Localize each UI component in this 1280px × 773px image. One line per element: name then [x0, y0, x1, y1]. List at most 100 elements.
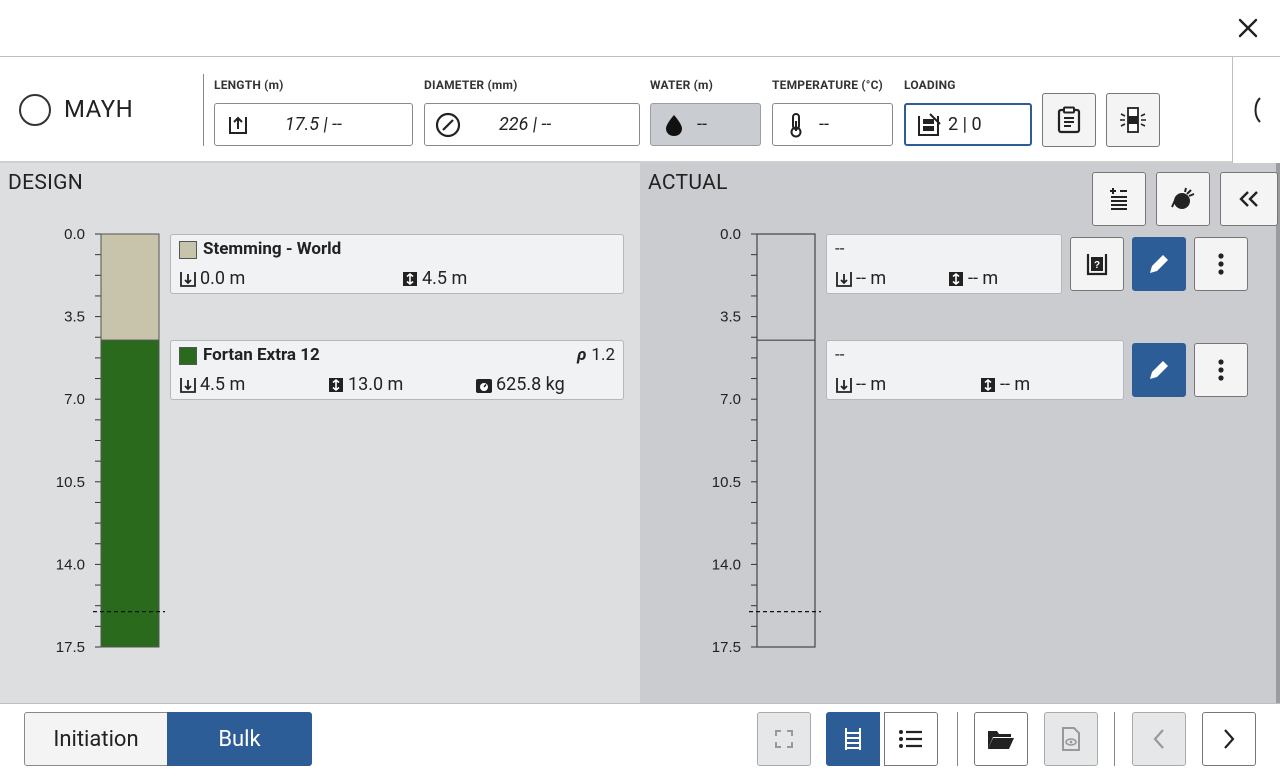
temperature-label: TEMPERATURE (°C)	[772, 78, 883, 92]
loading-value: 2 | 0	[948, 114, 982, 135]
chevron-right-icon	[1224, 729, 1235, 749]
deck-mass: 625.8 kg	[475, 374, 565, 395]
close-button[interactable]	[1232, 12, 1264, 44]
chevron-left-icon	[1254, 97, 1261, 123]
axis-tick-label: 7.0	[64, 391, 85, 408]
length-field[interactable]: 17.5 | --	[214, 103, 413, 146]
density-symbol: ρ	[577, 345, 587, 365]
list-view-button[interactable]	[884, 712, 938, 766]
design-deck-card[interactable]: Fortan Extra 12 ρ 1.2 4.5 m 13.0 m 625.8…	[170, 340, 624, 400]
expand-button[interactable]	[757, 712, 811, 766]
title-bar	[0, 0, 1280, 57]
deck-length-icon	[981, 377, 995, 392]
hole-select-radio[interactable]	[19, 94, 51, 126]
list-icon	[899, 730, 922, 748]
temperature-value: --	[819, 114, 829, 135]
deck-color-swatch	[179, 241, 197, 259]
water-field: --	[650, 103, 761, 146]
deck-length-icon	[329, 377, 343, 392]
clipboard-icon	[1057, 106, 1081, 134]
diameter-icon	[435, 112, 461, 138]
hole-column	[756, 233, 816, 648]
tab-initiation[interactable]: Initiation	[24, 712, 168, 766]
footer-divider	[957, 712, 958, 766]
close-icon	[1238, 18, 1258, 38]
depth-from-icon	[836, 271, 852, 287]
scale-weight-icon	[476, 378, 492, 393]
column-view-button[interactable]	[826, 712, 880, 766]
tab-bulk[interactable]: Bulk	[167, 712, 312, 766]
edit-deck-button[interactable]	[1132, 343, 1186, 397]
product-unknown-button[interactable]: ?	[1070, 237, 1124, 291]
deck-length-icon	[403, 271, 417, 286]
expand-icon	[775, 730, 793, 748]
axis-tick-label: 3.5	[720, 309, 741, 326]
diameter-field[interactable]: 226 | --	[424, 103, 640, 146]
pencil-icon	[1150, 361, 1168, 379]
depth-from-icon	[836, 377, 852, 393]
deck-name: Stemming - World	[203, 239, 342, 259]
design-deck-card[interactable]: Stemming - World 0.0 m 4.5 m	[170, 234, 624, 294]
axis-tick-label: 10.5	[712, 474, 741, 491]
pencil-icon	[1150, 255, 1168, 273]
deck-segment	[100, 233, 160, 341]
loading-label: LOADING	[904, 78, 956, 92]
svg-text:?: ?	[1094, 260, 1100, 271]
diameter-value: 226 | --	[499, 114, 552, 135]
unknown-product-icon: ?	[1086, 254, 1108, 276]
folder-open-icon	[988, 731, 1014, 749]
axis-tick-label: 3.5	[64, 309, 85, 326]
deck-menu-button[interactable]	[1194, 237, 1248, 291]
open-folder-button[interactable]	[974, 712, 1028, 766]
axis-tick-label: 7.0	[720, 391, 741, 408]
axis-tick-label: 0.0	[720, 226, 741, 243]
deck-from: 4.5 m	[179, 374, 245, 395]
deck-length: -- m	[979, 374, 1030, 395]
water-label: WATER (m)	[650, 78, 714, 92]
more-vertical-icon	[1218, 359, 1224, 381]
deck-name: --	[835, 345, 845, 365]
loading-icon	[916, 112, 942, 138]
axis-tick-label: 17.5	[712, 639, 741, 656]
footer-divider	[1114, 712, 1115, 766]
axis-tick-label: 10.5	[56, 474, 85, 491]
depth-from-icon	[180, 377, 196, 393]
deck-from: -- m	[835, 268, 886, 289]
deck-name: --	[835, 239, 845, 259]
document-preview-icon	[1062, 727, 1080, 751]
thermometer-icon	[783, 112, 809, 138]
axis-tick-label: 0.0	[64, 226, 85, 243]
diameter-label: DIAMETER (mm)	[424, 78, 518, 92]
deck-from: -- m	[835, 374, 886, 395]
preview-document-button[interactable]	[1044, 712, 1098, 766]
side-panel-toggle[interactable]	[1232, 57, 1280, 163]
water-drop-icon	[661, 112, 687, 138]
hole-length-icon	[225, 112, 251, 138]
deck-density: ρ 1.2	[577, 345, 615, 365]
more-vertical-icon	[1218, 253, 1224, 275]
length-value: 17.5 | --	[285, 114, 342, 135]
length-label: LENGTH (m)	[214, 78, 284, 92]
column-view-icon	[845, 728, 861, 750]
actual-deck-card[interactable]: -- -- m -- m	[826, 234, 1062, 294]
chevron-left-icon	[1153, 729, 1164, 749]
scrollbar[interactable]	[1276, 163, 1280, 703]
actual-deck-card[interactable]: -- -- m -- m	[826, 340, 1124, 400]
previous-hole-button[interactable]	[1132, 712, 1186, 766]
deck-length: -- m	[947, 268, 998, 289]
next-hole-button[interactable]	[1202, 712, 1256, 766]
deck-from: 0.0 m	[179, 268, 245, 289]
deck-menu-button[interactable]	[1194, 343, 1248, 397]
axis-tick-label: 17.5	[56, 639, 85, 656]
deck-length: 4.5 m	[401, 268, 467, 289]
blast-button[interactable]	[1106, 93, 1160, 147]
axis-tick-label: 14.0	[712, 556, 741, 573]
deck-length-icon	[949, 271, 963, 286]
clipboard-button[interactable]	[1042, 93, 1096, 147]
deck-segment	[100, 339, 160, 648]
depth-from-icon	[180, 271, 196, 287]
temperature-field[interactable]: --	[772, 103, 893, 146]
axis-tick-label: 14.0	[56, 556, 85, 573]
loading-field[interactable]: 2 | 0	[904, 103, 1032, 146]
edit-deck-button[interactable]	[1132, 237, 1186, 291]
